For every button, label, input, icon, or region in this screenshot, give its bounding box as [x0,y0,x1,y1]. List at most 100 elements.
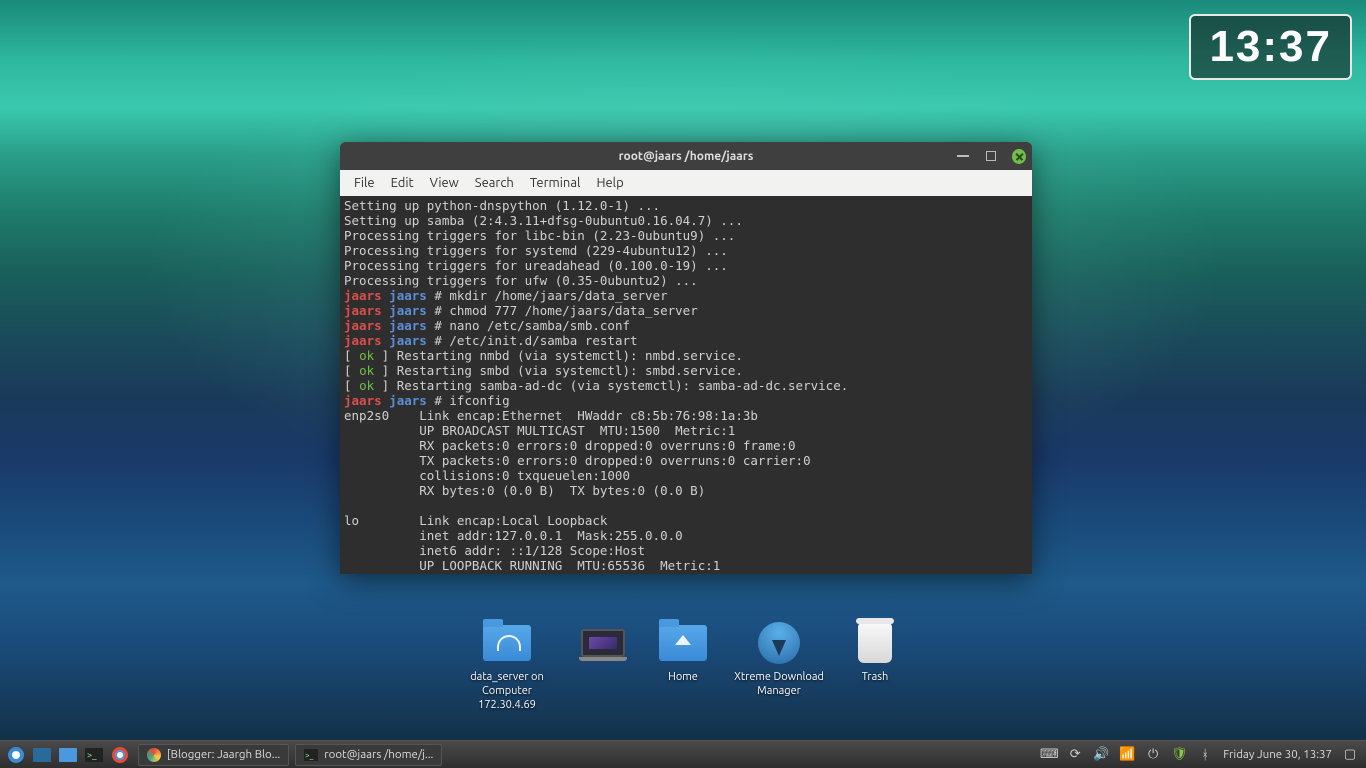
ok-lb: [ [344,363,359,378]
prompt-cmd: ifconfig [449,393,509,408]
prompt-sep: # [427,318,450,333]
icon-label: data_server on Computer 172.30.4.69 [461,670,553,712]
terminal-icon: >_ [304,749,318,761]
download-manager-icon [753,620,805,666]
prompt-user: jaars [344,318,382,333]
prompt-user: jaars [344,288,382,303]
desktop-icon-home[interactable]: Home [653,620,713,684]
terminal-window[interactable]: root@jaars /home/jaars File Edit View Se… [340,142,1032,574]
prompt-user: jaars [344,333,382,348]
prompt-sep: # [427,393,450,408]
network-folder-icon [481,620,533,666]
icon-label: Trash [862,670,889,684]
ok-rb: ] [374,363,397,378]
minimize-button[interactable] [956,149,970,163]
term-line: collisions:0 txqueuelen:1000 [344,468,630,483]
close-button[interactable] [1012,149,1026,163]
volume-icon[interactable]: 🔊 [1093,747,1109,763]
term-line: inet6 addr: ::1/128 Scope:Host [344,543,645,558]
shield-icon[interactable]: 🛡 [1171,747,1187,763]
menu-search[interactable]: Search [467,176,522,190]
term-line: Processing triggers for libc-bin (2.23-0… [344,228,735,243]
ok-rb: ] [374,348,397,363]
menu-terminal[interactable]: Terminal [522,176,589,190]
prompt-cmd: nano /etc/samba/smb.conf [449,318,630,333]
desktop-icon-trash[interactable]: Trash [845,620,905,684]
ok-txt: ok [359,348,374,363]
term-line: Setting up samba (2:4.3.11+dfsg-0ubuntu0… [344,213,743,228]
ok-lb: [ [344,378,359,393]
prompt-host: jaars [389,318,427,333]
taskbar-clock[interactable]: Friday June 30, 13:37 [1223,748,1332,761]
update-indicator-icon[interactable]: ⟳ [1067,747,1083,763]
chrome-launcher[interactable] [108,744,132,766]
terminal-body[interactable]: Setting up python-dnspython (1.12.0-1) .… [340,196,1032,574]
svg-text:>_: >_ [87,750,97,760]
keyboard-indicator-icon[interactable]: ⌨ [1041,747,1057,763]
home-folder-icon [657,620,709,666]
start-menu-button[interactable] [4,744,28,766]
maximize-button[interactable] [984,149,998,163]
prompt-user: jaars [344,393,382,408]
term-line: Processing triggers for systemd (229-4ub… [344,243,728,258]
file-manager-launcher[interactable] [56,744,80,766]
ok-txt: ok [359,378,374,393]
prompt-user: jaars [344,303,382,318]
taskbar: >_ [Blogger: Jaargh Blo... >_ root@jaars… [0,740,1366,768]
term-line: RX bytes:0 (0.0 B) TX bytes:0 (0.0 B) [344,483,705,498]
term-line: UP LOOPBACK RUNNING MTU:65536 Metric:1 [344,558,720,573]
term-line: inet addr:127.0.0.1 Mask:255.0.0.0 [344,528,683,543]
session-menu-icon[interactable]: ▢ [1342,747,1358,763]
desktop-clock-widget: 13:37 [1189,14,1352,80]
icon-label: Xtreme Download Manager [733,670,825,698]
power-icon[interactable]: ⏻ [1145,747,1161,763]
chrome-icon [147,748,161,762]
ok-rb: ] [374,378,397,393]
terminal-titlebar[interactable]: root@jaars /home/jaars [340,142,1032,170]
terminal-launcher[interactable]: >_ [82,744,106,766]
term-line: UP BROADCAST MULTICAST MTU:1500 Metric:1 [344,423,735,438]
show-desktop-button[interactable] [30,744,54,766]
prompt-sep: # [427,333,450,348]
ok-txt: ok [359,363,374,378]
desktop-icon-xdm[interactable]: Xtreme Download Manager [733,620,825,698]
menu-help[interactable]: Help [588,176,631,190]
network-icon[interactable]: 📶 [1119,747,1135,763]
taskbar-task-terminal[interactable]: >_ root@jaars /home/j... [295,744,442,766]
prompt-host: jaars [389,288,427,303]
term-line: Restarting smbd (via systemctl): smbd.se… [397,363,743,378]
term-line: enp2s0 Link encap:Ethernet HWaddr c8:5b:… [344,408,758,423]
term-line: Processing triggers for ureadahead (0.10… [344,258,728,273]
terminal-title: root@jaars /home/jaars [340,150,1032,163]
task-label: root@jaars /home/j... [324,748,433,761]
menu-edit[interactable]: Edit [383,176,422,190]
term-line: lo Link encap:Local Loopback [344,513,607,528]
clock-time: 13:37 [1209,22,1332,71]
term-line: RX packets:0 errors:0 dropped:0 overruns… [344,438,796,453]
term-line: Restarting samba-ad-dc (via systemctl): … [397,378,849,393]
prompt-host: jaars [389,333,427,348]
laptop-icon [577,620,629,666]
trash-icon [849,620,901,666]
task-label: [Blogger: Jaargh Blo... [167,748,280,761]
prompt-host: jaars [389,303,427,318]
prompt-cmd: chmod 777 /home/jaars/data_server [449,303,697,318]
prompt-host: jaars [389,393,427,408]
desktop-icon-computer[interactable] [573,620,633,670]
prompt-sep: # [427,303,450,318]
desktop-icon-data-server[interactable]: data_server on Computer 172.30.4.69 [461,620,553,712]
icon-label: Home [668,670,698,684]
menu-view[interactable]: View [422,176,467,190]
taskbar-task-blogger[interactable]: [Blogger: Jaargh Blo... [138,744,289,766]
menu-file[interactable]: File [346,176,383,190]
prompt-cmd: /etc/init.d/samba restart [449,333,637,348]
terminal-menubar: File Edit View Search Terminal Help [340,170,1032,196]
ok-lb: [ [344,348,359,363]
bluetooth-icon[interactable]: ᚼ [1197,747,1213,763]
term-line: Processing triggers for ufw (0.35-0ubunt… [344,273,698,288]
prompt-sep: # [427,288,450,303]
prompt-cmd: mkdir /home/jaars/data_server [449,288,667,303]
svg-text:>_: >_ [305,751,314,760]
desktop-icons: data_server on Computer 172.30.4.69 Home… [0,620,1366,712]
term-line: TX packets:0 errors:0 dropped:0 overruns… [344,453,811,468]
